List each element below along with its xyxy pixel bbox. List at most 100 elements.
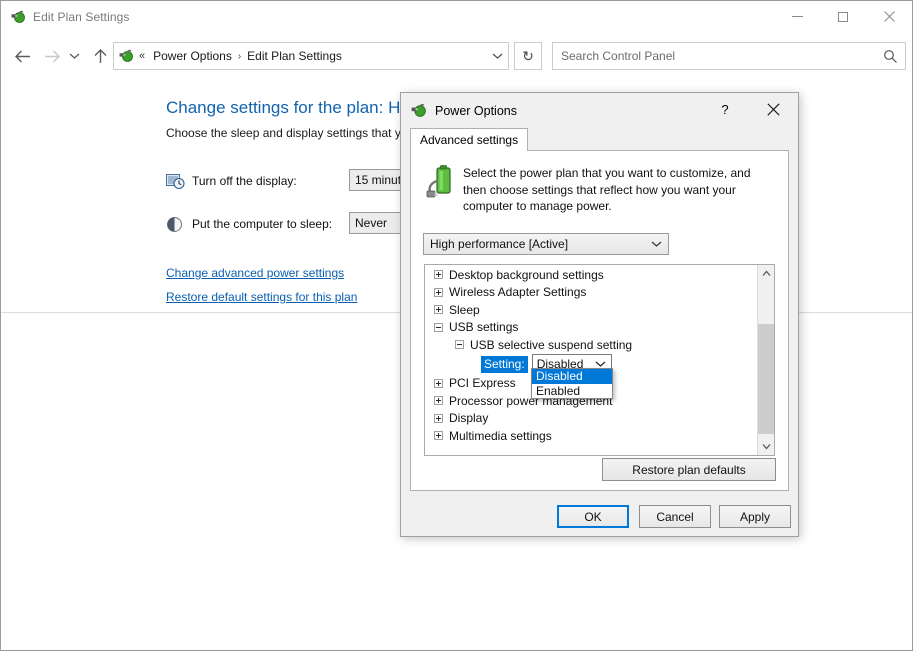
back-arrow-icon xyxy=(14,50,30,62)
forward-arrow-icon xyxy=(44,50,60,62)
expand-icon[interactable] xyxy=(434,413,443,423)
setting-row-turn-off-display: Turn off the display: xyxy=(166,171,297,191)
dialog-tabstrip: Advanced settings xyxy=(410,128,789,151)
advanced-settings-panel: Select the power plan that you want to c… xyxy=(410,150,789,491)
search-input[interactable] xyxy=(553,43,875,69)
expand-icon[interactable] xyxy=(434,305,443,315)
battery-plug-icon xyxy=(423,163,463,201)
scroll-down-button[interactable] xyxy=(758,438,774,455)
minimize-button[interactable] xyxy=(774,1,820,32)
sleep-moon-icon xyxy=(166,214,188,234)
breadcrumb-item-power-options[interactable]: Power Options xyxy=(150,47,235,65)
close-button[interactable] xyxy=(866,1,912,32)
forward-button[interactable] xyxy=(39,43,65,69)
breadcrumb-dropdown-button[interactable] xyxy=(486,43,508,69)
tree-item-usb-selective-suspend-setting[interactable]: USB selective suspend setting xyxy=(425,336,757,354)
power-plug-icon xyxy=(10,9,26,25)
tree-item-label: Wireless Adapter Settings xyxy=(449,285,587,300)
search-button[interactable] xyxy=(875,43,905,69)
minimize-icon xyxy=(791,16,803,17)
dialog-close-button[interactable] xyxy=(758,95,788,123)
expand-icon[interactable] xyxy=(434,378,443,388)
link-restore-default-settings[interactable]: Restore default settings for this plan xyxy=(166,290,357,304)
dropdown-option-disabled[interactable]: Disabled xyxy=(532,369,612,384)
power-plug-icon xyxy=(410,102,427,119)
tree-item-wireless-adapter-settings[interactable]: Wireless Adapter Settings xyxy=(425,284,757,302)
tree-item-display[interactable]: Display xyxy=(425,410,757,428)
tab-advanced-settings[interactable]: Advanced settings xyxy=(410,128,529,151)
maximize-button[interactable] xyxy=(820,1,866,32)
close-icon xyxy=(766,102,780,116)
tab-advanced-settings-label: Advanced settings xyxy=(420,133,519,147)
breadcrumb-separator-icon[interactable]: › xyxy=(238,51,241,62)
tree-item-multimedia-settings[interactable]: Multimedia settings xyxy=(425,427,757,445)
restore-plan-defaults-button[interactable]: Restore plan defaults xyxy=(602,458,776,481)
close-icon xyxy=(883,11,895,22)
ok-button[interactable]: OK xyxy=(557,505,629,528)
dialog-description-row: Select the power plan that you want to c… xyxy=(423,163,776,215)
tree-list: Desktop background settings Wireless Ada… xyxy=(425,266,757,445)
breadcrumb[interactable]: « Power Options › Edit Plan Settings xyxy=(113,42,509,70)
window-title: Edit Plan Settings xyxy=(33,10,130,24)
setting-label: Setting: xyxy=(481,355,528,373)
tree-item-label: Display xyxy=(449,411,489,426)
tree-item-label: PCI Express xyxy=(449,376,516,391)
breadcrumb-overflow[interactable]: « xyxy=(139,50,145,62)
tree-item-desktop-background-settings[interactable]: Desktop background settings xyxy=(425,266,757,284)
tree-item-sleep[interactable]: Sleep xyxy=(425,301,757,319)
maximize-icon xyxy=(838,11,848,22)
expand-icon[interactable] xyxy=(434,270,443,280)
search-box[interactable] xyxy=(552,42,906,70)
refresh-button[interactable]: ↻ xyxy=(514,42,542,70)
address-toolbar: « Power Options › Edit Plan Settings ↻ xyxy=(1,33,912,78)
restore-plan-defaults-label: Restore plan defaults xyxy=(632,462,746,477)
chevron-down-icon xyxy=(762,444,771,450)
refresh-icon: ↻ xyxy=(522,47,534,64)
expand-icon[interactable] xyxy=(434,287,443,297)
setting-row-sleep: Put the computer to sleep: xyxy=(166,214,332,234)
scroll-up-button[interactable] xyxy=(758,265,774,282)
tree-item-label: Sleep xyxy=(449,302,480,317)
help-icon: ? xyxy=(721,101,729,117)
tree-item-usb-settings[interactable]: USB settings xyxy=(425,319,757,337)
setting-label-sleep: Put the computer to sleep: xyxy=(192,217,333,231)
search-icon xyxy=(883,49,897,63)
ok-button-label: OK xyxy=(584,509,602,524)
back-button[interactable] xyxy=(9,43,35,69)
chevron-down-icon xyxy=(651,234,662,254)
tree-scrollbar[interactable] xyxy=(757,265,774,455)
collapse-icon[interactable] xyxy=(434,322,443,332)
sleep-value: Never xyxy=(355,216,388,230)
window-titlebar: Edit Plan Settings xyxy=(1,1,912,33)
chevron-down-icon xyxy=(69,53,79,59)
up-arrow-icon xyxy=(94,49,106,63)
tree-item-label: Desktop background settings xyxy=(449,267,604,282)
dialog-titlebar: Power Options ? xyxy=(401,93,798,128)
power-plug-icon xyxy=(118,48,134,64)
collapse-icon[interactable] xyxy=(455,340,464,350)
dialog-title: Power Options xyxy=(435,103,517,118)
tree-item-label: Multimedia settings xyxy=(449,428,552,443)
dialog-description-text: Select the power plan that you want to c… xyxy=(463,166,751,213)
power-plan-combobox[interactable]: High performance [Active] xyxy=(423,233,669,255)
tree-item-label: USB selective suspend setting xyxy=(470,337,633,352)
recent-locations-button[interactable] xyxy=(65,43,83,69)
chevron-down-icon xyxy=(492,53,502,59)
chevron-up-icon xyxy=(762,270,771,276)
apply-button-label: Apply xyxy=(739,509,771,524)
power-settings-tree[interactable]: Desktop background settings Wireless Ada… xyxy=(424,264,775,456)
breadcrumb-item-edit-plan-settings[interactable]: Edit Plan Settings xyxy=(244,47,345,65)
up-button[interactable] xyxy=(87,43,113,69)
expand-icon[interactable] xyxy=(434,396,443,406)
help-button[interactable]: ? xyxy=(710,95,740,123)
tree-item-label: USB settings xyxy=(449,320,519,335)
apply-button[interactable]: Apply xyxy=(719,505,791,528)
display-clock-icon xyxy=(166,171,188,191)
cancel-button-label: Cancel xyxy=(656,509,694,524)
scrollbar-thumb[interactable] xyxy=(758,324,774,434)
link-change-advanced-power-settings[interactable]: Change advanced power settings xyxy=(166,266,344,280)
cancel-button[interactable]: Cancel xyxy=(639,505,711,528)
dropdown-option-enabled[interactable]: Enabled xyxy=(532,384,612,399)
usb-selective-suspend-dropdown-list[interactable]: Disabled Enabled xyxy=(531,368,613,399)
expand-icon[interactable] xyxy=(434,431,443,441)
